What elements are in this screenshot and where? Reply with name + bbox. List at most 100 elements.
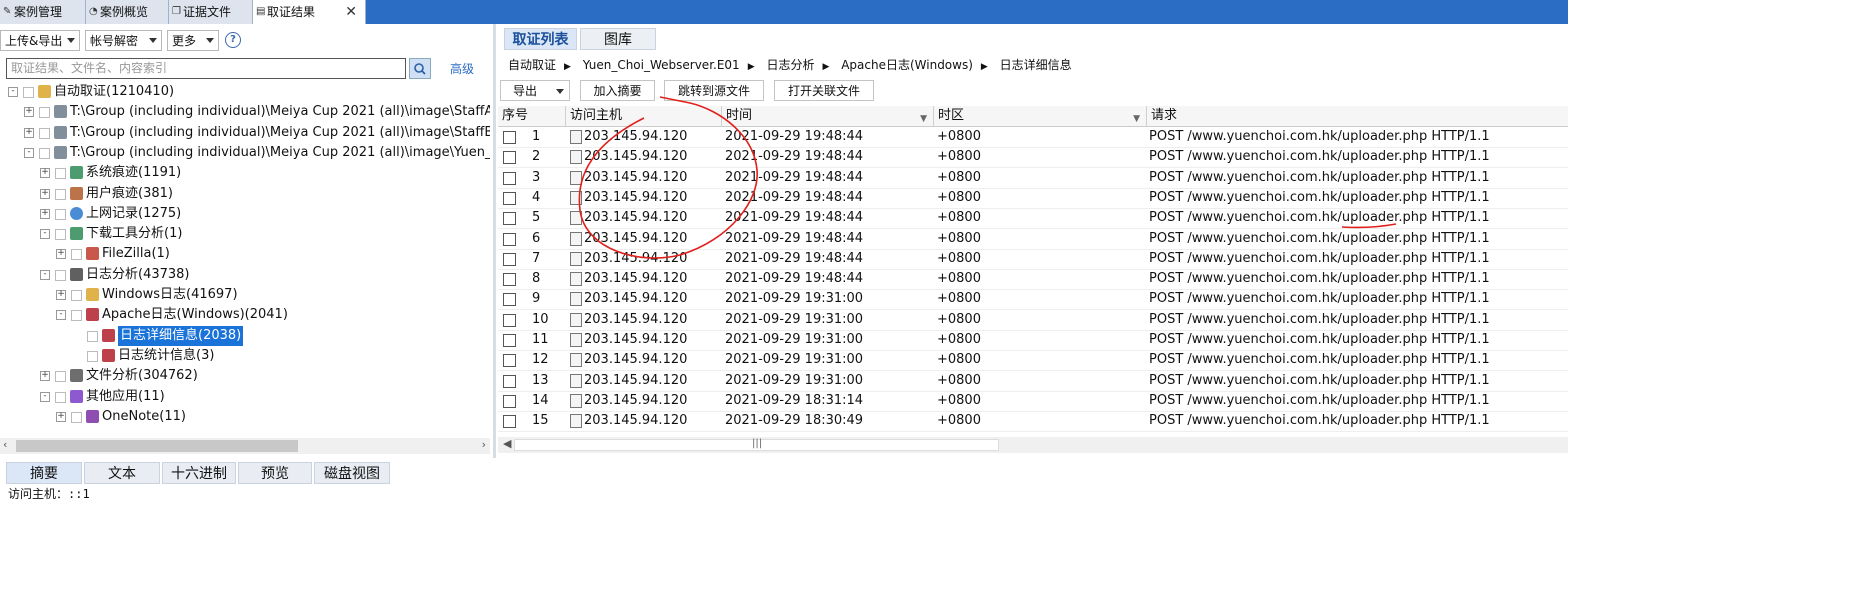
table-row[interactable]: 14 203.145.94.120 2021-09-29 18:31:14 +0800… (498, 391, 1568, 412)
tree-checkbox[interactable] (39, 107, 50, 119)
tab-hex[interactable]: 十六进制 (162, 462, 236, 484)
tree-checkbox[interactable] (55, 391, 66, 403)
tab-preview[interactable]: 预览 (238, 462, 312, 484)
row-checkbox[interactable] (503, 374, 516, 388)
table-row[interactable]: 6 203.145.94.120 2021-09-29 19:48:44 +0800 P… (498, 229, 1568, 250)
tree-node[interactable]: + 上网记录(1275) (0, 204, 490, 224)
row-checkbox[interactable] (503, 273, 516, 287)
table-row[interactable]: 9 203.145.94.120 2021-09-29 19:31:00 +0800 P… (498, 289, 1568, 311)
tree-node[interactable]: + T:\Group (including individual)\Meiya C… (0, 102, 490, 122)
tree-node[interactable]: + Windows日志(41697) (0, 285, 490, 305)
open-related-file-button[interactable]: 打开关联文件 (774, 80, 874, 101)
row-checkbox[interactable] (503, 313, 516, 327)
table-row[interactable]: 10 203.145.94.120 2021-09-29 19:31:00 +0800… (498, 310, 1568, 331)
row-checkbox[interactable] (503, 151, 516, 165)
filter-icon[interactable]: ▼ (1133, 109, 1140, 129)
table-row[interactable]: 15 203.145.94.120 2021-09-29 18:30:49 +0800… (498, 411, 1568, 433)
table-row[interactable]: 3 203.145.94.120 2021-09-29 19:48:44 +0800 P… (498, 168, 1568, 189)
expand-icon[interactable]: + (56, 290, 66, 300)
account-decrypt-dropdown[interactable]: 帐号解密 (85, 30, 162, 51)
tree-checkbox[interactable] (87, 330, 98, 342)
row-checkbox[interactable] (503, 394, 516, 408)
tree-node[interactable]: 日志详细信息(2038) (0, 325, 490, 346)
scroll-thumb[interactable] (16, 440, 298, 452)
tree-checkbox[interactable] (55, 188, 66, 200)
tab-text[interactable]: 文本 (84, 462, 160, 484)
breadcrumb-item[interactable]: 日志分析 (766, 58, 814, 72)
collapse-icon[interactable]: - (24, 147, 34, 158)
column-header-time[interactable]: 时间 ▼ (722, 106, 934, 126)
tree-checkbox[interactable] (71, 310, 82, 322)
scroll-left-icon[interactable]: ‹ (3, 438, 7, 451)
table-horizontal-scrollbar[interactable]: ◀ ||| (498, 437, 1568, 453)
column-header-index[interactable]: 序号 (498, 106, 566, 126)
collapse-icon[interactable]: - (40, 391, 50, 402)
column-header-timezone[interactable]: 时区 ▼ (934, 106, 1147, 126)
tree-node[interactable]: + 用户痕迹(381) (0, 184, 490, 204)
expand-icon[interactable]: + (40, 188, 50, 199)
row-checkbox[interactable] (503, 354, 516, 368)
tree-checkbox[interactable] (55, 168, 66, 180)
table-row[interactable]: 13 203.145.94.120 2021-09-29 19:31:00 +0800… (498, 371, 1568, 392)
tree-node[interactable]: + 系统痕迹(1191) (0, 163, 490, 183)
collapse-icon[interactable]: - (56, 310, 66, 321)
tree-node[interactable]: - Apache日志(Windows)(2041) (0, 305, 490, 325)
row-checkbox[interactable] (503, 191, 516, 205)
tree-checkbox[interactable] (71, 249, 82, 261)
search-button[interactable] (409, 58, 431, 79)
tree-node[interactable]: - 其他应用(11) (0, 387, 490, 407)
tree-checkbox[interactable] (39, 127, 50, 139)
tree-node[interactable]: - 下载工具分析(1) (0, 224, 490, 244)
tab-evidence-list[interactable]: 取证列表 (504, 28, 577, 50)
tree-node[interactable]: 日志统计信息(3) (0, 346, 490, 366)
tree-checkbox[interactable] (55, 269, 66, 281)
expand-icon[interactable]: + (40, 371, 50, 382)
expand-icon[interactable]: + (24, 107, 34, 118)
tree-checkbox[interactable] (55, 229, 66, 241)
search-input[interactable]: 取证结果、文件名、内容索引 (6, 58, 406, 79)
add-summary-button[interactable]: 加入摘要 (580, 80, 655, 101)
breadcrumb-item[interactable]: 日志详细信息 (1000, 58, 1072, 72)
upload-export-dropdown[interactable]: 上传&导出 (0, 30, 80, 51)
tab-case-management[interactable]: ✎ 案例管理 (0, 0, 86, 24)
tab-forensic-results[interactable]: ▤ 取证结果 ✕ (253, 0, 366, 24)
collapse-icon[interactable]: - (8, 87, 18, 97)
scroll-right-icon[interactable]: › (482, 438, 486, 451)
jump-to-source-button[interactable]: 跳转到源文件 (664, 80, 764, 101)
tab-case-overview[interactable]: ◔ 案例概览 (86, 0, 169, 24)
tree-node[interactable]: + FileZilla(1) (0, 244, 490, 264)
pane-divider[interactable] (493, 24, 496, 458)
tree-checkbox[interactable] (71, 411, 82, 423)
tree-checkbox[interactable] (87, 350, 98, 362)
table-row[interactable]: 4 203.145.94.120 2021-09-29 19:48:44 +0800 P… (498, 188, 1568, 209)
tree-node[interactable]: - T:\Group (including individual)\Meiya C… (0, 143, 490, 163)
advanced-search-link[interactable]: 高级 (450, 60, 474, 77)
row-checkbox[interactable] (503, 293, 516, 307)
table-row[interactable]: 12 203.145.94.120 2021-09-29 19:31:00 +0800… (498, 350, 1568, 372)
table-row[interactable]: 11 203.145.94.120 2021-09-29 19:31:00 +0800… (498, 330, 1568, 351)
filter-icon[interactable]: ▼ (920, 109, 927, 129)
tree-node[interactable]: - 日志分析(43738) (0, 265, 490, 285)
collapse-icon[interactable]: - (40, 269, 50, 280)
export-dropdown[interactable]: 导出 (500, 80, 570, 101)
tree-node[interactable]: + OneNote(11) (0, 407, 490, 427)
tab-evidence-files[interactable]: ❐ 证据文件 (169, 0, 253, 24)
collapse-icon[interactable]: - (40, 229, 50, 240)
row-checkbox[interactable] (503, 171, 516, 185)
close-icon[interactable]: ✕ (345, 0, 357, 24)
tab-summary[interactable]: 摘要 (6, 462, 82, 484)
breadcrumb-item[interactable]: Yuen_Choi_Webserver.E01 (583, 58, 740, 72)
row-checkbox[interactable] (503, 334, 516, 347)
table-row[interactable]: 7 203.145.94.120 2021-09-29 19:48:44 +0800 P… (498, 249, 1568, 270)
table-row[interactable]: 2 203.145.94.120 2021-09-29 19:48:44 +0800 P… (498, 147, 1568, 169)
tab-gallery[interactable]: 图库 (580, 28, 656, 50)
scroll-left-icon[interactable]: ◀ (503, 437, 511, 450)
more-dropdown[interactable]: 更多 (167, 30, 219, 51)
tree-node[interactable]: + T:\Group (including individual)\Meiya C… (0, 123, 490, 143)
row-checkbox[interactable] (503, 415, 516, 429)
row-checkbox[interactable] (503, 252, 516, 266)
column-header-request[interactable]: 请求 (1147, 106, 1568, 126)
tree-horizontal-scrollbar[interactable]: ‹ › (0, 438, 490, 454)
breadcrumb-item[interactable]: Apache日志(Windows) (841, 58, 973, 72)
scroll-thumb[interactable]: ||| (514, 438, 999, 451)
